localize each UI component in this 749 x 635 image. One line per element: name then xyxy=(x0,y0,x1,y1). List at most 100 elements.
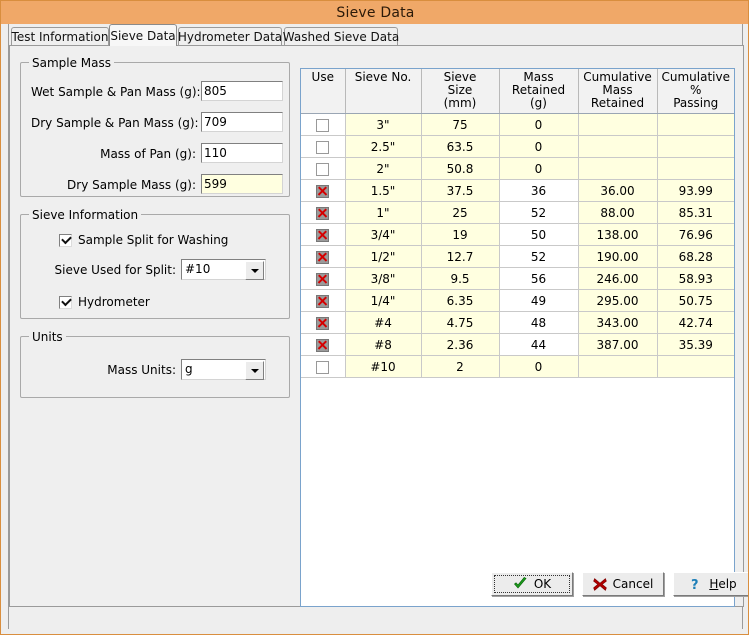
cell-cumulative-percent-passing[interactable]: 35.39 xyxy=(657,334,734,356)
table-row[interactable]: 2.5"63.50 xyxy=(301,136,734,158)
checkbox-checked-icon[interactable] xyxy=(316,339,329,352)
table-row[interactable]: #82.3644387.0035.39 xyxy=(301,334,734,356)
cell-use[interactable] xyxy=(301,290,345,312)
cell-sieve-no[interactable]: 2.5" xyxy=(345,136,421,158)
sieve-data-grid[interactable]: Use Sieve No. Sieve Size (mm) xyxy=(300,68,735,607)
checkbox-checked-icon[interactable] xyxy=(316,229,329,242)
cell-sieve-no[interactable]: 1/2" xyxy=(345,246,421,268)
cell-mass-retained[interactable]: 52 xyxy=(499,246,578,268)
cell-use[interactable] xyxy=(301,356,345,378)
cell-sieve-no[interactable]: 3/4" xyxy=(345,224,421,246)
cell-sieve-size[interactable]: 6.35 xyxy=(421,290,499,312)
cell-cumulative-mass-retained[interactable]: 343.00 xyxy=(578,312,657,334)
checkbox-unchecked-icon[interactable] xyxy=(316,141,329,154)
cell-cumulative-mass-retained[interactable]: 387.00 xyxy=(578,334,657,356)
ok-button[interactable]: OK xyxy=(491,572,573,596)
cell-cumulative-percent-passing[interactable]: 93.99 xyxy=(657,180,734,202)
cell-cumulative-percent-passing[interactable]: 68.28 xyxy=(657,246,734,268)
tab-hydrometer-data[interactable]: Hydrometer Data xyxy=(178,27,282,46)
cell-mass-retained[interactable]: 0 xyxy=(499,136,578,158)
cell-sieve-size[interactable]: 2 xyxy=(421,356,499,378)
cell-cumulative-mass-retained[interactable]: 36.00 xyxy=(578,180,657,202)
cell-mass-retained[interactable]: 52 xyxy=(499,202,578,224)
cell-cumulative-percent-passing[interactable]: 58.93 xyxy=(657,268,734,290)
chevron-down-icon[interactable] xyxy=(245,261,264,280)
cell-use[interactable] xyxy=(301,158,345,180)
cell-cumulative-mass-retained[interactable] xyxy=(578,136,657,158)
cell-use[interactable] xyxy=(301,180,345,202)
checkbox-checked-icon[interactable] xyxy=(316,207,329,220)
cell-mass-retained[interactable]: 44 xyxy=(499,334,578,356)
cell-sieve-size[interactable]: 37.5 xyxy=(421,180,499,202)
cell-sieve-no[interactable]: #4 xyxy=(345,312,421,334)
cell-cumulative-mass-retained[interactable]: 138.00 xyxy=(578,224,657,246)
cell-cumulative-percent-passing[interactable] xyxy=(657,158,734,180)
table-row[interactable]: 2"50.80 xyxy=(301,158,734,180)
mass-of-pan-input[interactable] xyxy=(201,143,283,163)
cell-use[interactable] xyxy=(301,246,345,268)
checkbox-checked-icon[interactable] xyxy=(316,317,329,330)
cell-sieve-no[interactable]: 1.5" xyxy=(345,180,421,202)
cell-sieve-no[interactable]: 3/8" xyxy=(345,268,421,290)
cell-sieve-size[interactable]: 12.7 xyxy=(421,246,499,268)
cell-mass-retained[interactable]: 56 xyxy=(499,268,578,290)
table-row[interactable]: 3/8"9.556246.0058.93 xyxy=(301,268,734,290)
cell-mass-retained[interactable]: 0 xyxy=(499,158,578,180)
cell-sieve-no[interactable]: #8 xyxy=(345,334,421,356)
table-row[interactable]: 3/4"1950138.0076.96 xyxy=(301,224,734,246)
tab-sieve-data[interactable]: Sieve Data xyxy=(109,24,177,46)
cell-use[interactable] xyxy=(301,202,345,224)
table-row[interactable]: 3"750 xyxy=(301,114,734,136)
mass-units-dropdown[interactable]: g xyxy=(181,359,266,380)
cell-sieve-size[interactable]: 9.5 xyxy=(421,268,499,290)
checkbox-checked-icon[interactable] xyxy=(316,273,329,286)
sieve-used-for-split-dropdown[interactable]: #10 xyxy=(181,259,266,280)
cell-cumulative-percent-passing[interactable]: 85.31 xyxy=(657,202,734,224)
cell-use[interactable] xyxy=(301,334,345,356)
cell-mass-retained[interactable]: 49 xyxy=(499,290,578,312)
cell-cumulative-mass-retained[interactable]: 88.00 xyxy=(578,202,657,224)
cell-cumulative-mass-retained[interactable] xyxy=(578,356,657,378)
checkbox-unchecked-icon[interactable] xyxy=(316,119,329,132)
cell-cumulative-mass-retained[interactable] xyxy=(578,114,657,136)
cell-cumulative-percent-passing[interactable]: 42.74 xyxy=(657,312,734,334)
cell-mass-retained[interactable]: 0 xyxy=(499,356,578,378)
table-row[interactable]: #44.7548343.0042.74 xyxy=(301,312,734,334)
table-row[interactable]: 1"255288.0085.31 xyxy=(301,202,734,224)
cell-use[interactable] xyxy=(301,136,345,158)
cell-use[interactable] xyxy=(301,114,345,136)
table-row[interactable]: 1.5"37.53636.0093.99 xyxy=(301,180,734,202)
checkbox-checked-icon[interactable] xyxy=(316,295,329,308)
cell-cumulative-mass-retained[interactable] xyxy=(578,158,657,180)
cell-sieve-no[interactable]: 3" xyxy=(345,114,421,136)
tab-test-information[interactable]: Test Information xyxy=(11,27,109,46)
cell-mass-retained[interactable]: 48 xyxy=(499,312,578,334)
cell-sieve-no[interactable]: 1" xyxy=(345,202,421,224)
hydrometer-checkbox[interactable]: Hydrometer xyxy=(59,295,150,309)
chevron-down-icon[interactable] xyxy=(245,361,264,380)
cell-mass-retained[interactable]: 0 xyxy=(499,114,578,136)
cell-sieve-size[interactable]: 63.5 xyxy=(421,136,499,158)
cell-sieve-size[interactable]: 75 xyxy=(421,114,499,136)
checkbox-unchecked-icon[interactable] xyxy=(316,163,329,176)
cell-sieve-size[interactable]: 4.75 xyxy=(421,312,499,334)
cell-use[interactable] xyxy=(301,224,345,246)
checkbox-unchecked-icon[interactable] xyxy=(316,361,329,374)
sample-split-for-washing-checkbox[interactable]: Sample Split for Washing xyxy=(59,233,228,247)
cell-use[interactable] xyxy=(301,268,345,290)
cell-cumulative-percent-passing[interactable] xyxy=(657,356,734,378)
help-button[interactable]: ? Help xyxy=(673,572,749,596)
checkbox-checked-icon[interactable] xyxy=(316,251,329,264)
checkbox-checked-icon[interactable] xyxy=(316,185,329,198)
cell-mass-retained[interactable]: 50 xyxy=(499,224,578,246)
cell-cumulative-mass-retained[interactable]: 246.00 xyxy=(578,268,657,290)
table-row[interactable]: #1020 xyxy=(301,356,734,378)
cell-cumulative-percent-passing[interactable]: 76.96 xyxy=(657,224,734,246)
cell-cumulative-percent-passing[interactable] xyxy=(657,114,734,136)
table-row[interactable]: 1/2"12.752190.0068.28 xyxy=(301,246,734,268)
cell-mass-retained[interactable]: 36 xyxy=(499,180,578,202)
cell-sieve-no[interactable]: 2" xyxy=(345,158,421,180)
cell-cumulative-mass-retained[interactable]: 190.00 xyxy=(578,246,657,268)
cell-cumulative-mass-retained[interactable]: 295.00 xyxy=(578,290,657,312)
wet-sample-pan-mass-input[interactable] xyxy=(201,81,283,101)
